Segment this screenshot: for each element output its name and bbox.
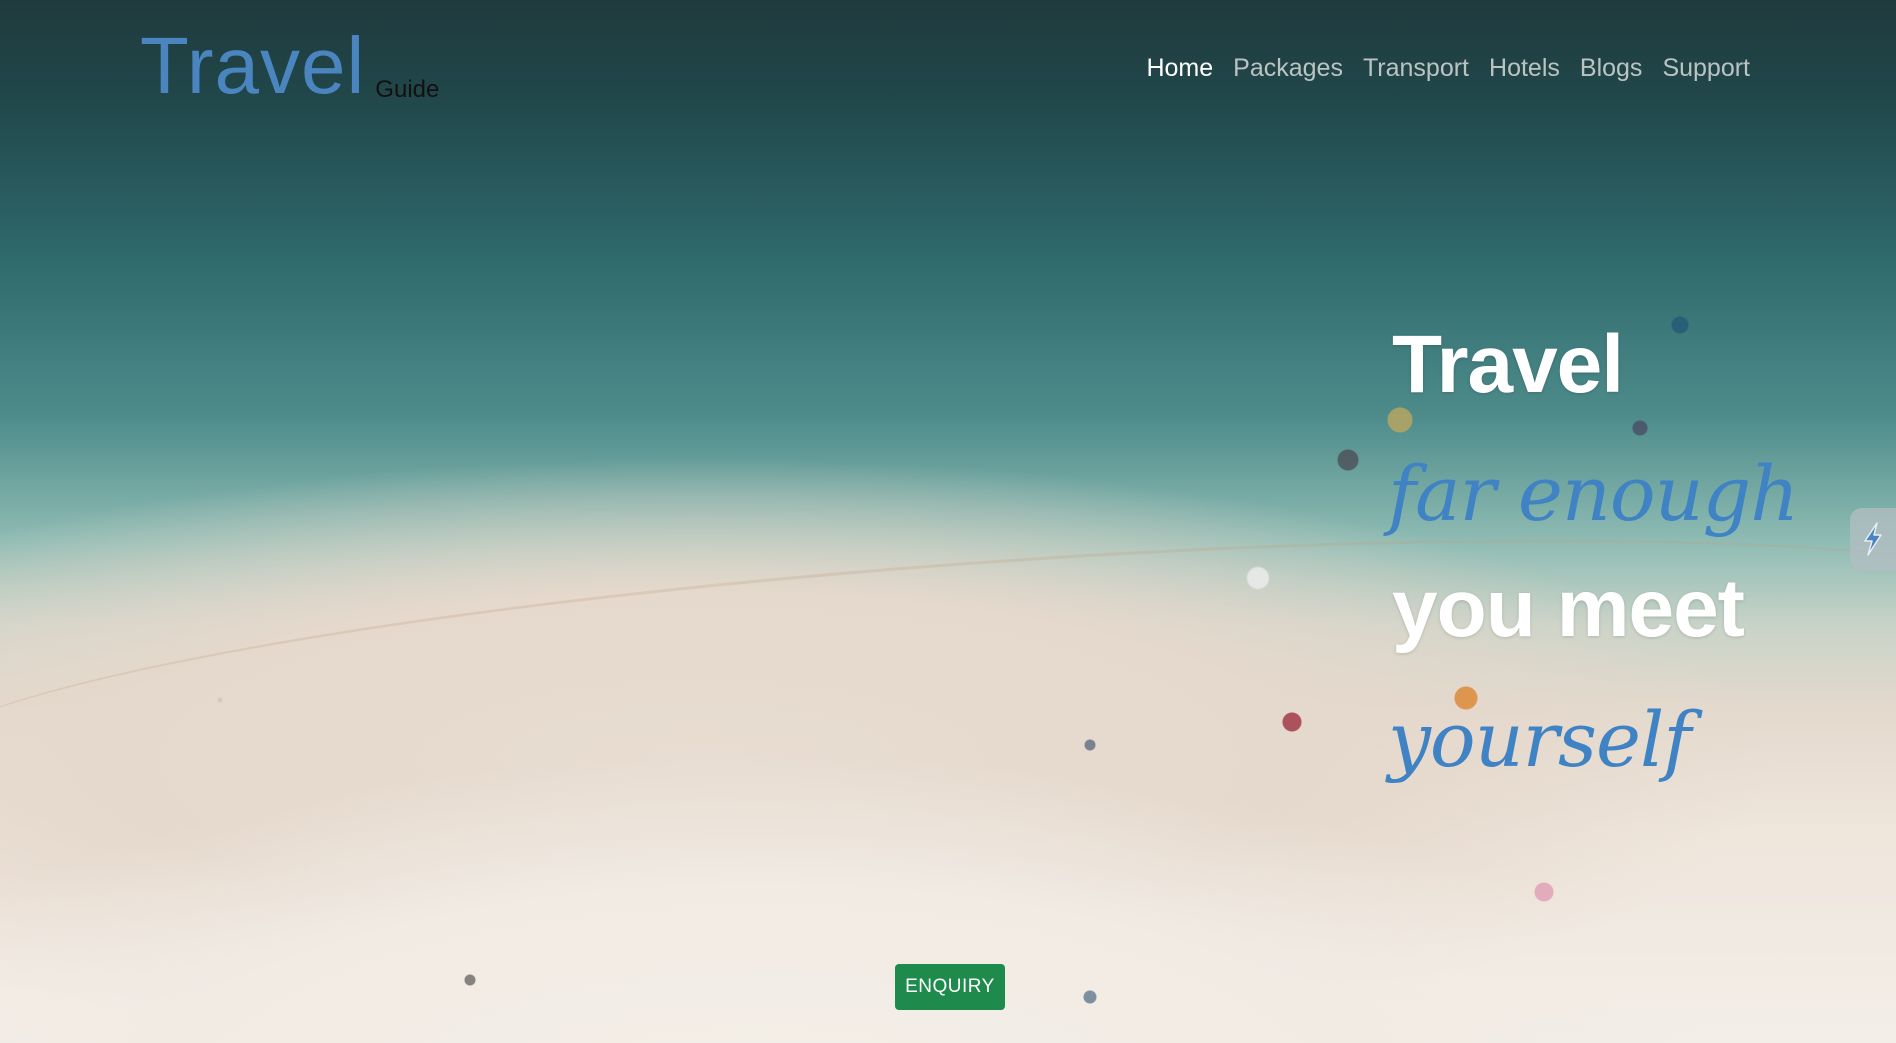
hero-section: Travel Guide Home Packages Transport Hot… [0,0,1896,1043]
enquiry-button[interactable]: ENQUIRY [895,964,1005,1010]
side-widget-tab[interactable] [1850,508,1896,570]
nav-item-packages[interactable]: Packages [1233,50,1343,86]
nav-item-transport[interactable]: Transport [1363,50,1469,86]
brand-subtitle: Guide [375,76,440,103]
tagline-line-4: yourself [1388,695,1691,784]
tagline-line-1: Travel [1392,319,1624,410]
nav-menu: Home Packages Transport Hotels Blogs Sup… [1146,50,1750,86]
lightning-bolt-icon [1859,521,1887,557]
nav-item-home[interactable]: Home [1146,50,1213,86]
nav-item-hotels[interactable]: Hotels [1489,50,1560,86]
top-navigation: Travel Guide Home Packages Transport Hot… [0,0,1896,120]
nav-item-support[interactable]: Support [1662,50,1750,86]
brand-title: Travel [140,21,366,110]
brand-logo[interactable]: Travel Guide [140,24,439,108]
nav-item-blogs[interactable]: Blogs [1580,50,1643,86]
tagline-line-3: you meet [1392,563,1745,654]
tagline-line-2: far enough [1388,449,1799,538]
